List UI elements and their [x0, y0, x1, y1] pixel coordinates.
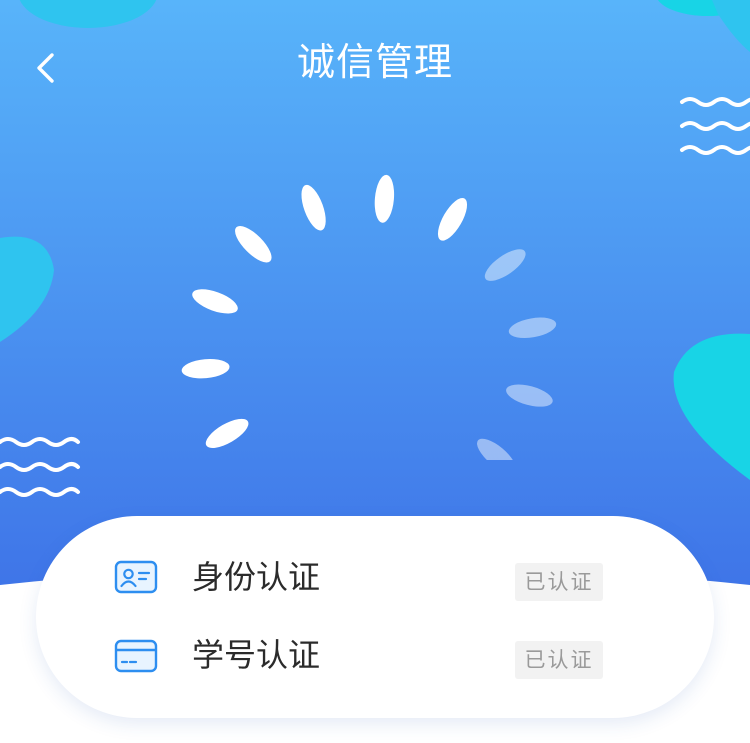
integrity-management-screen: 诚信管理 身份认证 已认证 学号认证 已认证: [0, 0, 750, 743]
cert-row-student-id[interactable]: 学号认证 已认证: [36, 624, 714, 688]
cert-status-badge-student-id: 已认证: [515, 641, 603, 679]
score-segment: [477, 438, 516, 460]
score-segment: [484, 249, 526, 281]
cert-label-student-id: 学号认证: [192, 636, 321, 674]
score-segment: [254, 458, 297, 460]
page-title: 诚信管理: [296, 40, 453, 84]
cert-row-identity[interactable]: 身份认证 已认证: [36, 546, 714, 610]
score-segment: [508, 317, 557, 339]
student-card-icon: [114, 639, 158, 673]
score-segment: [181, 359, 230, 379]
score-segment: [205, 418, 249, 448]
credit-score-indicator: [181, 174, 557, 460]
certification-card: 身份认证 已认证 学号认证 已认证: [36, 516, 714, 718]
score-segment: [301, 184, 326, 231]
id-card-icon: [114, 560, 158, 594]
score-segment: [235, 225, 272, 263]
score-segment: [374, 174, 395, 223]
cert-label-identity: 身份认证: [192, 558, 321, 596]
score-segment: [437, 197, 468, 241]
cert-status-badge-identity: 已认证: [515, 563, 603, 601]
score-segment: [192, 289, 238, 314]
score-segment: [506, 384, 553, 407]
